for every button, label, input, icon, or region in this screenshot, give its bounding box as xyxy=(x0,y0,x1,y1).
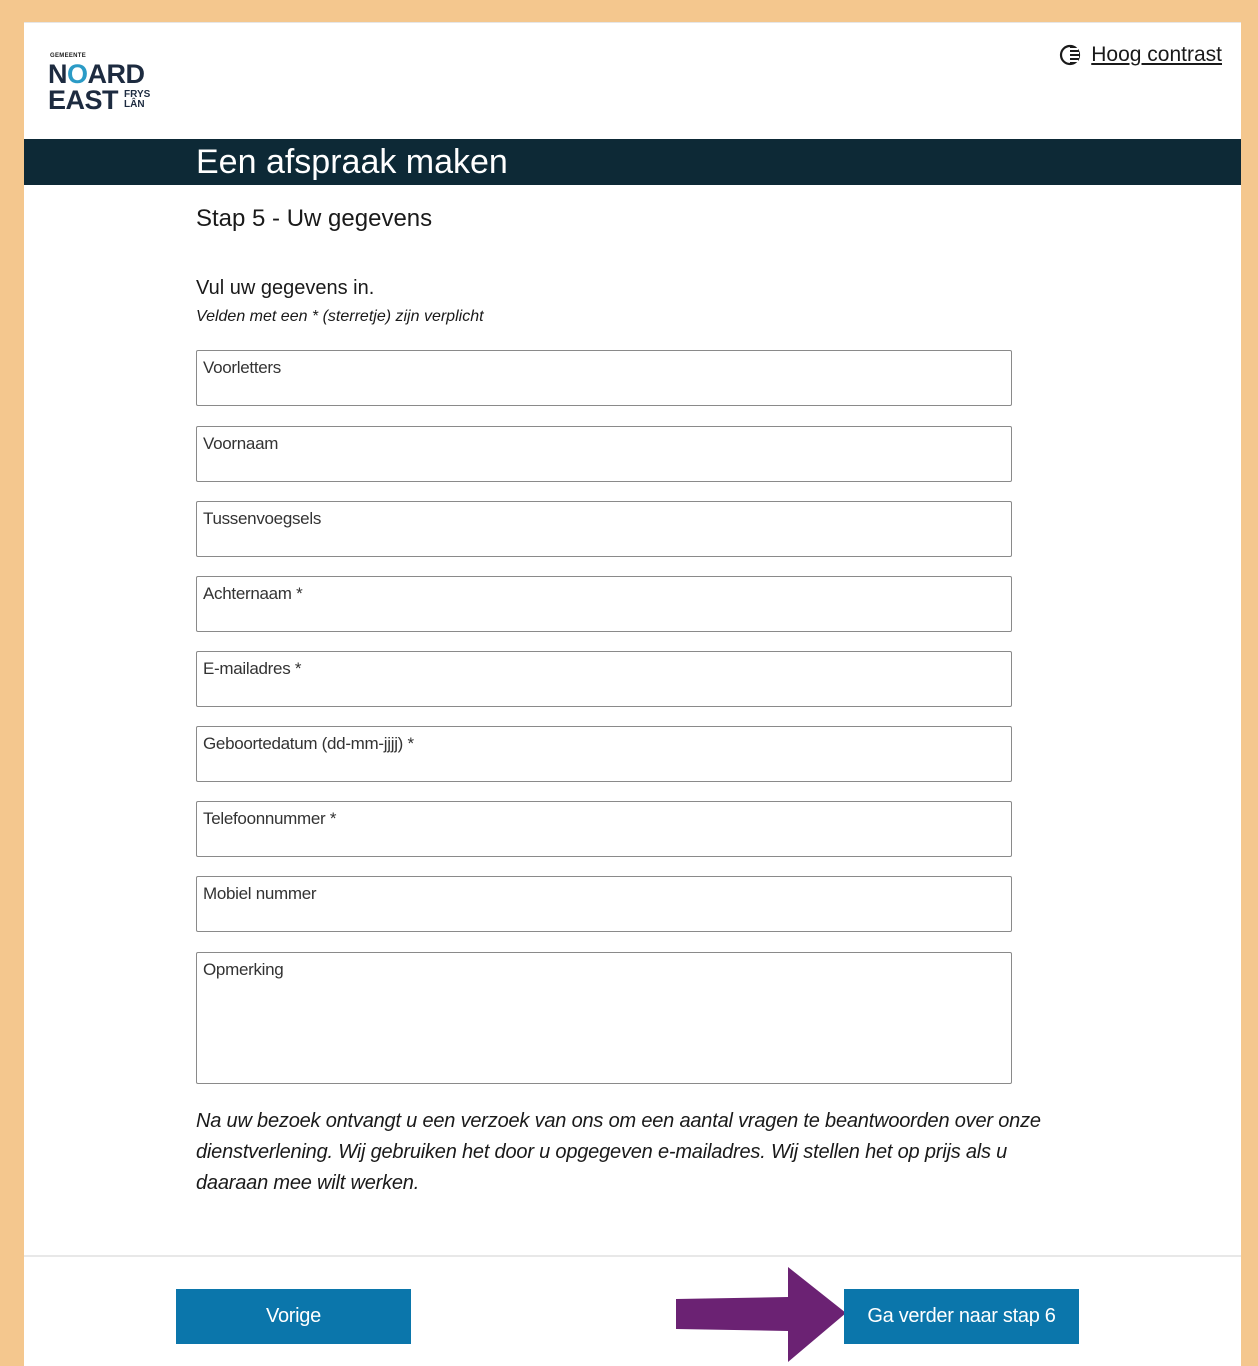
email-field[interactable]: E-mailadres * xyxy=(196,651,1012,707)
email-label: E-mailadres * xyxy=(203,659,302,678)
survey-notice: Na uw bezoek ontvangt u een verzoek van … xyxy=(196,1110,1041,1194)
last-name-field[interactable]: Achternaam * xyxy=(196,576,1012,632)
birthdate-field[interactable]: Geboortedatum (dd-mm-jjjj) * xyxy=(196,726,1012,782)
form-intro: Vul uw gegevens in. xyxy=(196,277,375,299)
page-banner: Een afspraak maken xyxy=(24,139,1241,185)
form-footer: Vorige Ga verder naar stap 6 xyxy=(24,1255,1241,1366)
infix-label: Tussenvoegsels xyxy=(203,509,322,528)
step-title: Stap 5 - Uw gegevens xyxy=(196,205,433,232)
remark-textarea[interactable]: Opmerking xyxy=(196,952,1012,1084)
page-title: Een afspraak maken xyxy=(196,143,508,181)
logo-line-1: NOARD xyxy=(48,59,145,89)
required-note: Velden met een * (sterretje) zijn verpli… xyxy=(196,308,484,325)
logo-frys-lan: FRYS LÂN xyxy=(124,89,151,110)
next-step-button[interactable]: Ga verder naar stap 6 xyxy=(844,1289,1079,1344)
page-frame: GEMEENTE NOARD EAST FRYS LÂN Hoog contras… xyxy=(24,22,1241,1366)
phone-field[interactable]: Telefoonnummer * xyxy=(196,801,1012,857)
first-name-label: Voornaam xyxy=(203,434,279,453)
municipality-logo[interactable]: GEMEENTE NOARD EAST FRYS LÂN xyxy=(48,53,158,115)
last-name-label: Achternaam * xyxy=(203,584,303,603)
first-name-field[interactable]: Voornaam xyxy=(196,426,1012,482)
logo-line-2: EAST xyxy=(48,85,119,115)
birthdate-label: Geboortedatum (dd-mm-jjjj) * xyxy=(203,734,414,753)
high-contrast-toggle[interactable]: Hoog contrast xyxy=(1059,43,1222,67)
contrast-icon xyxy=(1060,44,1081,66)
initials-field[interactable]: Voorletters xyxy=(196,350,1012,406)
remark-label: Opmerking xyxy=(203,960,284,979)
arrow-right-icon xyxy=(676,1267,846,1362)
previous-button[interactable]: Vorige xyxy=(176,1289,411,1344)
mobile-label: Mobiel nummer xyxy=(203,884,317,903)
phone-label: Telefoonnummer * xyxy=(203,809,337,828)
initials-label: Voorletters xyxy=(203,358,281,377)
high-contrast-link[interactable]: Hoog contrast xyxy=(1091,43,1222,67)
mobile-field[interactable]: Mobiel nummer xyxy=(196,876,1012,932)
infix-field[interactable]: Tussenvoegsels xyxy=(196,501,1012,557)
